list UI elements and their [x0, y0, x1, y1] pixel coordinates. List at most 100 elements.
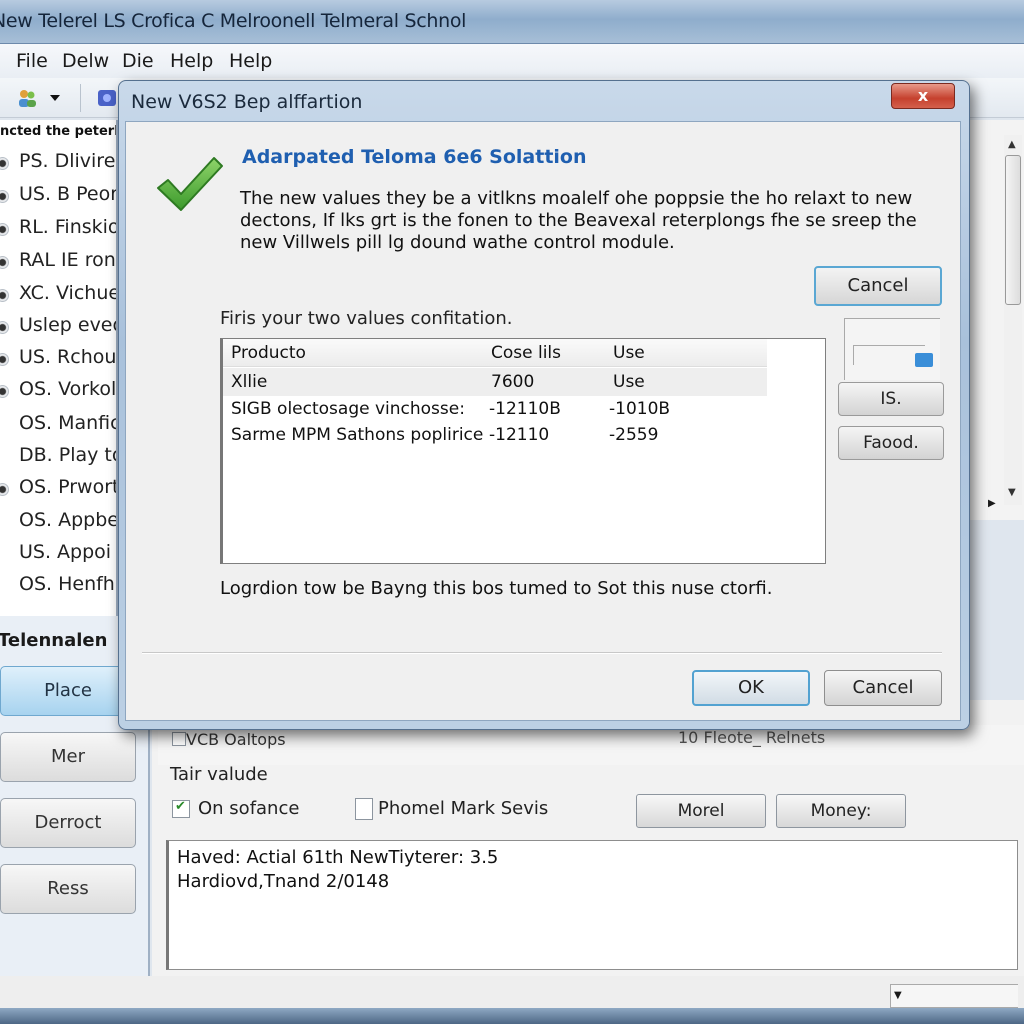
taskbar: [0, 1008, 1024, 1024]
confirmation-dialog: New V6S2 Bep alffartion x Adarpated Telo…: [118, 80, 970, 730]
relnets-label: 10 Fleote_ Relnets: [678, 728, 826, 747]
status-dropdown[interactable]: ▼: [890, 984, 1018, 1008]
radio-selected-icon[interactable]: [0, 321, 9, 334]
ok-button[interactable]: OK: [692, 670, 810, 706]
menu-die[interactable]: Die: [122, 50, 154, 72]
status-bar: [0, 976, 1024, 1008]
dropdown-arrow-icon: ▼: [894, 990, 902, 1001]
vertical-scrollbar[interactable]: ▲ ▼: [1004, 135, 1022, 505]
preview-box: [844, 318, 940, 380]
radio-selected-icon[interactable]: [0, 385, 9, 398]
table-row[interactable]: SIGB olectosage vinchosse: -12110B -1010…: [223, 395, 767, 423]
table-cell: 7600: [491, 372, 535, 392]
resize-icon[interactable]: [915, 353, 933, 367]
close-button[interactable]: x: [891, 83, 955, 109]
cancel-top-button[interactable]: Cancel: [814, 266, 942, 306]
list-header: ncted the peterlc: [0, 124, 118, 139]
list-item[interactable]: DB. Play to: [0, 442, 116, 472]
table-cell: -1010B: [609, 399, 671, 419]
success-checkmark-icon: [157, 157, 223, 211]
dialog-title: New V6S2 Bep alffartion: [131, 91, 363, 113]
scroll-right-icon[interactable]: ▶: [988, 498, 996, 509]
on-sofance-label: On sofance: [198, 798, 300, 819]
radio-selected-icon[interactable]: [0, 223, 9, 236]
list-item[interactable]: PS. Dlivirer: [0, 148, 116, 178]
cancel-button[interactable]: Cancel: [824, 670, 942, 706]
window-titlebar: New Telerel LS Crofica C Melroonell Telm…: [0, 0, 1024, 44]
radio-selected-icon[interactable]: [0, 483, 9, 496]
table-cell: Xllie: [231, 372, 268, 392]
table-header-row: Producto Cose lils Use: [223, 339, 767, 367]
list-item[interactable]: Uslep eveo: [0, 312, 116, 342]
dialog-prompt: Firis your two values confitation.: [220, 308, 513, 329]
phomel-checkbox[interactable]: [355, 798, 373, 820]
dialog-separator: [142, 652, 942, 654]
scroll-down-icon[interactable]: ▼: [1008, 487, 1016, 498]
list-item[interactable]: RAL IE ron: [0, 247, 116, 277]
money-button[interactable]: Money:: [776, 794, 906, 828]
radio-selected-icon[interactable]: [0, 289, 9, 302]
menu-help-2[interactable]: Help: [229, 50, 272, 72]
list-item[interactable]: OS. Manfic: [0, 410, 116, 440]
radio-selected-icon[interactable]: [0, 157, 9, 170]
log-line: Hardiovd,Tnand 2/0148: [177, 871, 390, 892]
vcb-label: VCB Oaltops: [186, 730, 286, 749]
window-title: New Telerel LS Crofica C Melroonell Telm…: [0, 10, 467, 32]
log-output[interactable]: Haved: Actial 61th NewTiyterer: 3.5 Hard…: [166, 840, 1018, 970]
list-item[interactable]: US. Appoi: [0, 539, 116, 569]
list-item[interactable]: XC. Vichue: [0, 280, 116, 310]
radio-selected-icon[interactable]: [0, 256, 9, 269]
vcb-checkbox[interactable]: [172, 732, 186, 746]
list-item[interactable]: OS. Vorkol: [0, 376, 116, 406]
values-table: Producto Cose lils Use Xllie 7600 Use SI…: [220, 338, 826, 564]
list-item[interactable]: OS. Henfhi: [0, 571, 116, 601]
table-cell: Sarme MPM Sathons poplirice: [231, 425, 484, 445]
menu-delw[interactable]: Delw: [62, 50, 109, 72]
dropdown-arrow-icon[interactable]: [48, 87, 62, 109]
list-item[interactable]: OS. Appbe: [0, 507, 116, 537]
dialog-description: The new values they be a vitlkns moalelf…: [240, 188, 917, 253]
column-header[interactable]: Cose lils: [491, 343, 561, 363]
toolbar-separator: [80, 84, 81, 112]
mer-button[interactable]: Mer: [0, 732, 136, 782]
left-section-title: Telennalen: [0, 630, 108, 651]
ress-button[interactable]: Ress: [0, 864, 136, 914]
list-item[interactable]: US. Rchour: [0, 344, 116, 374]
table-row[interactable]: Xllie 7600 Use: [223, 368, 767, 396]
phomel-label: Phomel Mark Sevis: [378, 798, 549, 819]
dialog-footer-text: Logrdion tow be Bayng this bos tumed to …: [220, 578, 773, 599]
close-icon: x: [917, 86, 929, 105]
menu-help[interactable]: Help: [170, 50, 213, 72]
group-label: Tair valude: [170, 764, 268, 785]
lower-info-row: [158, 725, 1024, 765]
scrollbar-thumb[interactable]: [1005, 155, 1021, 305]
dialog-heading: Adarpated Teloma 6e6 Solattion: [242, 146, 587, 168]
morel-button[interactable]: Morel: [636, 794, 766, 828]
radio-selected-icon[interactable]: [0, 353, 9, 366]
table-cell: Use: [613, 372, 645, 392]
log-line: Haved: Actial 61th NewTiyterer: 3.5: [177, 847, 499, 868]
is-button[interactable]: IS.: [838, 382, 944, 416]
table-cell: SIGB olectosage vinchosse:: [231, 399, 465, 419]
faood-button[interactable]: Faood.: [838, 426, 944, 460]
table-row[interactable]: Sarme MPM Sathons poplirice -12110 -2559: [223, 421, 767, 449]
table-cell: -12110: [489, 425, 550, 445]
list-item[interactable]: OS. Prwort: [0, 474, 116, 504]
list-item[interactable]: US. B Peor: [0, 181, 116, 211]
menu-file[interactable]: File: [16, 50, 48, 72]
item-list-pane: ncted the peterlc PS. Dlivirer US. B Peo…: [0, 120, 118, 616]
column-header[interactable]: Use: [613, 343, 645, 363]
dialog-body: Adarpated Teloma 6e6 Solattion The new v…: [125, 121, 961, 721]
place-button[interactable]: Place: [0, 666, 136, 716]
users-icon[interactable]: [16, 87, 38, 109]
menu-bar: File Delw Die Help Help: [0, 44, 1024, 78]
derroct-button[interactable]: Derroct: [0, 798, 136, 848]
list-item[interactable]: RL. Finskio: [0, 214, 116, 244]
scroll-up-icon[interactable]: ▲: [1008, 139, 1016, 150]
table-cell: -12110B: [489, 399, 561, 419]
table-cell: -2559: [609, 425, 659, 445]
column-header[interactable]: Producto: [231, 343, 306, 363]
app-icon[interactable]: [96, 87, 118, 109]
on-sofance-checkbox[interactable]: [172, 799, 190, 818]
radio-selected-icon[interactable]: [0, 190, 9, 203]
